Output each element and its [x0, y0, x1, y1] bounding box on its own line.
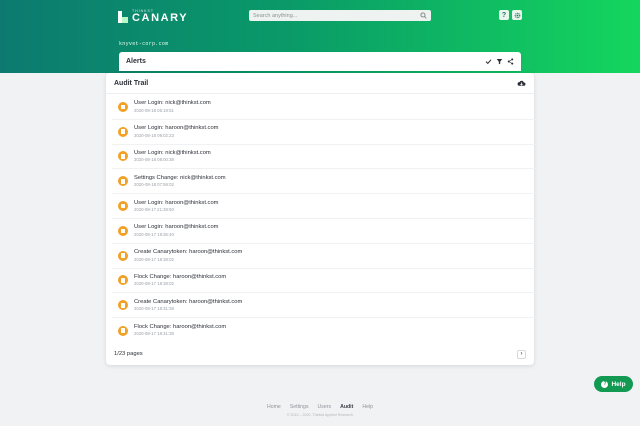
audit-entry-title: Create Canarytoken: haroon@thinkst.com: [134, 298, 243, 305]
brand-small-text: THINKST: [132, 8, 154, 13]
audit-trail-panel: Audit Trail User Login: nick@thinkst.com…: [106, 73, 536, 365]
canary-logo-text: THINKST CANARY: [132, 8, 189, 25]
audit-entry-list: User Login: nick@thinkst.com 2020-08-18 …: [112, 95, 536, 343]
footer-link-help[interactable]: Help: [362, 404, 373, 410]
pagination-label: 1/23 pages: [114, 351, 143, 357]
audit-entry-text: Create Canarytoken: haroon@thinkst.com 2…: [134, 249, 242, 262]
audit-entry-date: 2020-08-18 05:19:51: [134, 107, 174, 113]
audit-entry[interactable]: Create Canarytoken: haroon@thinkst.com 2…: [112, 293, 536, 319]
help-question-button[interactable]: ?: [499, 10, 509, 20]
audit-entry-title: Create Canarytoken: haroon@thinkst.com: [134, 249, 243, 256]
question-circle-icon: ?: [601, 380, 609, 388]
audit-entry[interactable]: User Login: haroon@thinkst.com 2020-08-1…: [112, 194, 536, 219]
document-icon: [118, 275, 128, 286]
audit-entry-title: User Login: haroon@thinkst.com: [134, 199, 219, 206]
document-icon: [118, 151, 128, 162]
audit-entry-text: User Login: nick@thinkst.com 2020-08-18 …: [134, 150, 211, 163]
canary-logo[interactable]: THINKST CANARY: [118, 9, 188, 25]
audit-entry-text: Settings Change: nick@thinkst.com 2020-0…: [134, 175, 226, 188]
audit-entry-date: 2020-08-17 18:38:02: [134, 281, 174, 287]
audit-entry[interactable]: Create Canarytoken: haroon@thinkst.com 2…: [112, 244, 536, 269]
audit-entry-date: 2020-08-18 07:59:02: [134, 182, 174, 188]
audit-entry-text: Flock Change: haroon@thinkst.com 2020-08…: [134, 274, 226, 287]
gear-icon: [514, 12, 520, 18]
pagination-bar: 1/23 pages ›: [106, 345, 534, 363]
cloud-download-icon[interactable]: [517, 79, 526, 88]
audit-entry[interactable]: User Login: nick@thinkst.com 2020-08-18 …: [112, 145, 536, 170]
chevron-right-icon: ›: [520, 351, 523, 357]
search-input[interactable]: [253, 12, 413, 19]
search-bar[interactable]: [249, 10, 431, 21]
audit-entry-text: Flock Change: haroon@thinkst.com 2020-08…: [134, 324, 226, 337]
audit-entry-date: 2020-08-17 19:36:40: [134, 231, 174, 237]
help-button-label: Help: [611, 380, 626, 388]
audit-entry-date: 2020-08-17 18:38:02: [134, 256, 174, 262]
document-icon: [118, 250, 128, 261]
audit-entry-title: User Login: nick@thinkst.com: [134, 100, 211, 107]
audit-entry-title: Flock Change: haroon@thinkst.com: [134, 324, 227, 331]
footer-link-audit[interactable]: Audit: [340, 404, 353, 410]
alerts-title: Alerts: [126, 58, 146, 65]
document-icon: [118, 101, 128, 112]
audit-entry-date: 2020-08-18 08:00:38: [134, 157, 174, 163]
next-page-button[interactable]: ›: [517, 349, 526, 359]
audit-entry-text: User Login: haroon@thinkst.com 2020-08-1…: [134, 125, 219, 138]
footer-link-settings[interactable]: Settings: [290, 404, 309, 410]
audit-entry-title: User Login: haroon@thinkst.com: [134, 125, 219, 132]
audit-entry[interactable]: Settings Change: nick@thinkst.com 2020-0…: [112, 169, 536, 195]
document-icon: [118, 176, 128, 187]
filter-icon[interactable]: [496, 58, 503, 65]
audit-entry[interactable]: Flock Change: haroon@thinkst.com 2020-08…: [112, 269, 536, 294]
document-icon: [118, 201, 128, 212]
copyright-text: © 2015 – 2020, Thinkst Applied Research: [286, 413, 354, 417]
audit-entry-text: User Login: nick@thinkst.com 2020-08-18 …: [134, 100, 211, 113]
search-icon[interactable]: [420, 12, 427, 19]
audit-entry-title: User Login: nick@thinkst.com: [134, 150, 211, 157]
audit-entry-title: Settings Change: nick@thinkst.com: [134, 174, 226, 181]
question-icon: ?: [501, 11, 507, 19]
alerts-bar[interactable]: Alerts: [119, 52, 521, 71]
brand-name-text: CANARY: [132, 12, 189, 25]
check-icon[interactable]: [485, 58, 492, 65]
document-icon: [118, 225, 128, 236]
document-icon: [118, 300, 128, 311]
settings-button[interactable]: [512, 10, 522, 20]
footer-link-users[interactable]: Users: [318, 404, 332, 410]
audit-entry-date: 2020-08-17 21:38:50: [134, 206, 174, 212]
audit-entry-title: Flock Change: haroon@thinkst.com: [134, 274, 227, 281]
canary-logo-mark-icon: [118, 11, 128, 23]
footer-nav: Home Settings Users Audit Help: [0, 404, 640, 410]
audit-entry-text: Create Canarytoken: haroon@thinkst.com 2…: [134, 299, 242, 312]
flock-name[interactable]: knyvet-corp.com: [119, 41, 169, 47]
audit-entry[interactable]: Flock Change: haroon@thinkst.com 2020-08…: [112, 318, 536, 343]
audit-entry[interactable]: User Login: haroon@thinkst.com 2020-08-1…: [112, 219, 536, 244]
document-icon: [118, 325, 128, 336]
audit-entry-text: User Login: haroon@thinkst.com 2020-08-1…: [134, 200, 219, 213]
audit-entry-date: 2020-08-17 18:31:38: [134, 306, 174, 312]
audit-entry-date: 2020-08-17 18:31:38: [134, 331, 174, 337]
audit-entry-text: User Login: haroon@thinkst.com 2020-08-1…: [134, 224, 219, 237]
audit-trail-title: Audit Trail: [114, 79, 149, 87]
document-icon: [118, 126, 128, 137]
audit-entry-date: 2020-08-18 09:02:23: [134, 132, 174, 138]
footer-link-home[interactable]: Home: [267, 404, 281, 410]
help-button[interactable]: ? Help: [594, 376, 633, 392]
audit-entry-title: User Login: haroon@thinkst.com: [134, 224, 219, 231]
audit-entry[interactable]: User Login: haroon@thinkst.com 2020-08-1…: [112, 120, 536, 145]
audit-entry[interactable]: User Login: nick@thinkst.com 2020-08-18 …: [112, 95, 536, 120]
share-icon[interactable]: [507, 58, 514, 65]
audit-trail-header: Audit Trail: [106, 73, 534, 94]
